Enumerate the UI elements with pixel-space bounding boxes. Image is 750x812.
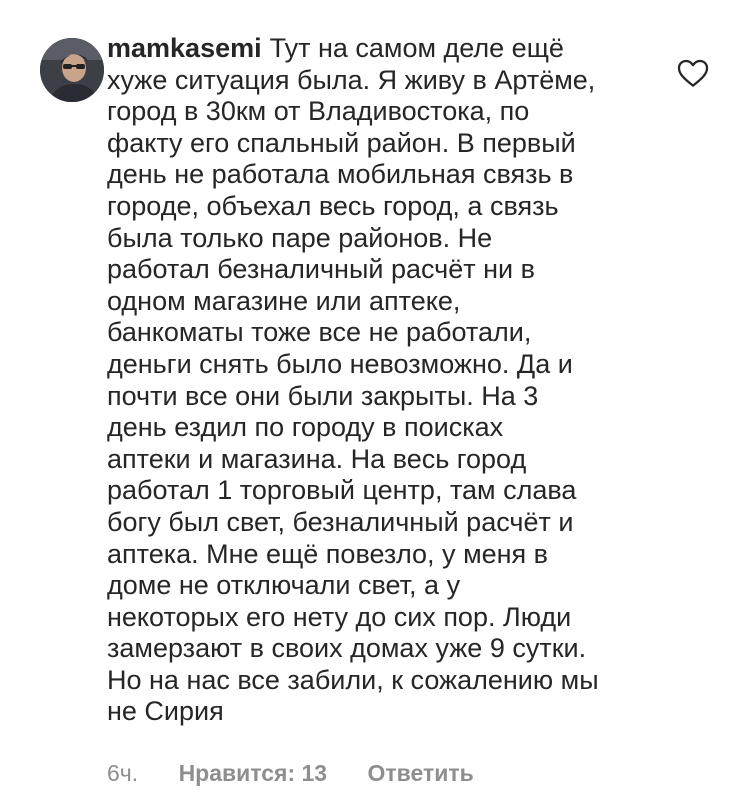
comment-text-line: аптека. Мне ещё повезло, у меня в xyxy=(107,538,549,569)
comment: mamkasemi Тут на самом деле ещё хуже ситу… xyxy=(0,0,750,812)
comment-text-line: не Сирия xyxy=(107,696,224,727)
comment-text-line: городе, объехал весь город, а связь xyxy=(107,190,559,221)
comment-text-line: была только паре районов. Не xyxy=(107,222,493,253)
comment-meta: 6ч. Нравится: 13 Ответить xyxy=(107,758,474,788)
avatar-image xyxy=(40,38,104,102)
comment-text-line: Тут на самом деле ещё xyxy=(269,33,564,63)
comment-username[interactable]: mamkasemi xyxy=(107,33,262,63)
comment-text-line: доме не отключали свет, а у xyxy=(107,570,461,601)
comment-text-line: хуже ситуация была. Я живу в Артёме, xyxy=(107,64,596,95)
comment-text-line: деньги снять было невозможно. Да и xyxy=(107,348,573,379)
comment-timestamp: 6ч. xyxy=(107,760,139,786)
comment-text-line: работал 1 торговый центр, там слава xyxy=(107,475,577,506)
likes-count-link[interactable]: Нравится: 13 xyxy=(179,758,328,788)
comment-text-line: день не работала мобильная связь в xyxy=(107,159,574,190)
comment-text-line: некоторых его нету до сих пор. Люди xyxy=(107,601,572,632)
comment-text-line: замерзают в своих домах уже 9 сутки. xyxy=(107,633,587,664)
comment-first-line: mamkasemi Тут на самом деле ещё xyxy=(107,33,652,65)
comment-text-line: одном магазине или аптеке, xyxy=(107,285,461,316)
comment-text-line: факту его спальный район. В первый xyxy=(107,127,576,158)
comment-text-line: почти все они были закрыты. На 3 xyxy=(107,380,539,411)
comment-text-line: богу был свет, безналичный расчёт и xyxy=(107,506,574,537)
comment-text-line: работал безналичный расчёт ни в xyxy=(107,254,535,285)
comment-text-line: день ездил по городу в поисках xyxy=(107,412,504,443)
avatar[interactable] xyxy=(40,38,104,102)
comment-text-line: город в 30км от Владивостока, по xyxy=(107,96,530,127)
heart-outline-icon[interactable] xyxy=(677,58,709,88)
comment-text-line: банкоматы тоже все не работали, xyxy=(107,317,532,348)
comment-text-line: аптеки и магазина. На весь город xyxy=(107,443,527,474)
comment-text-line: Но на нас все забили, к сожалению мы xyxy=(107,664,599,695)
comment-text: mamkasemi Тут на самом деле ещё хуже ситу… xyxy=(107,33,652,728)
reply-button[interactable]: Ответить xyxy=(368,758,474,788)
